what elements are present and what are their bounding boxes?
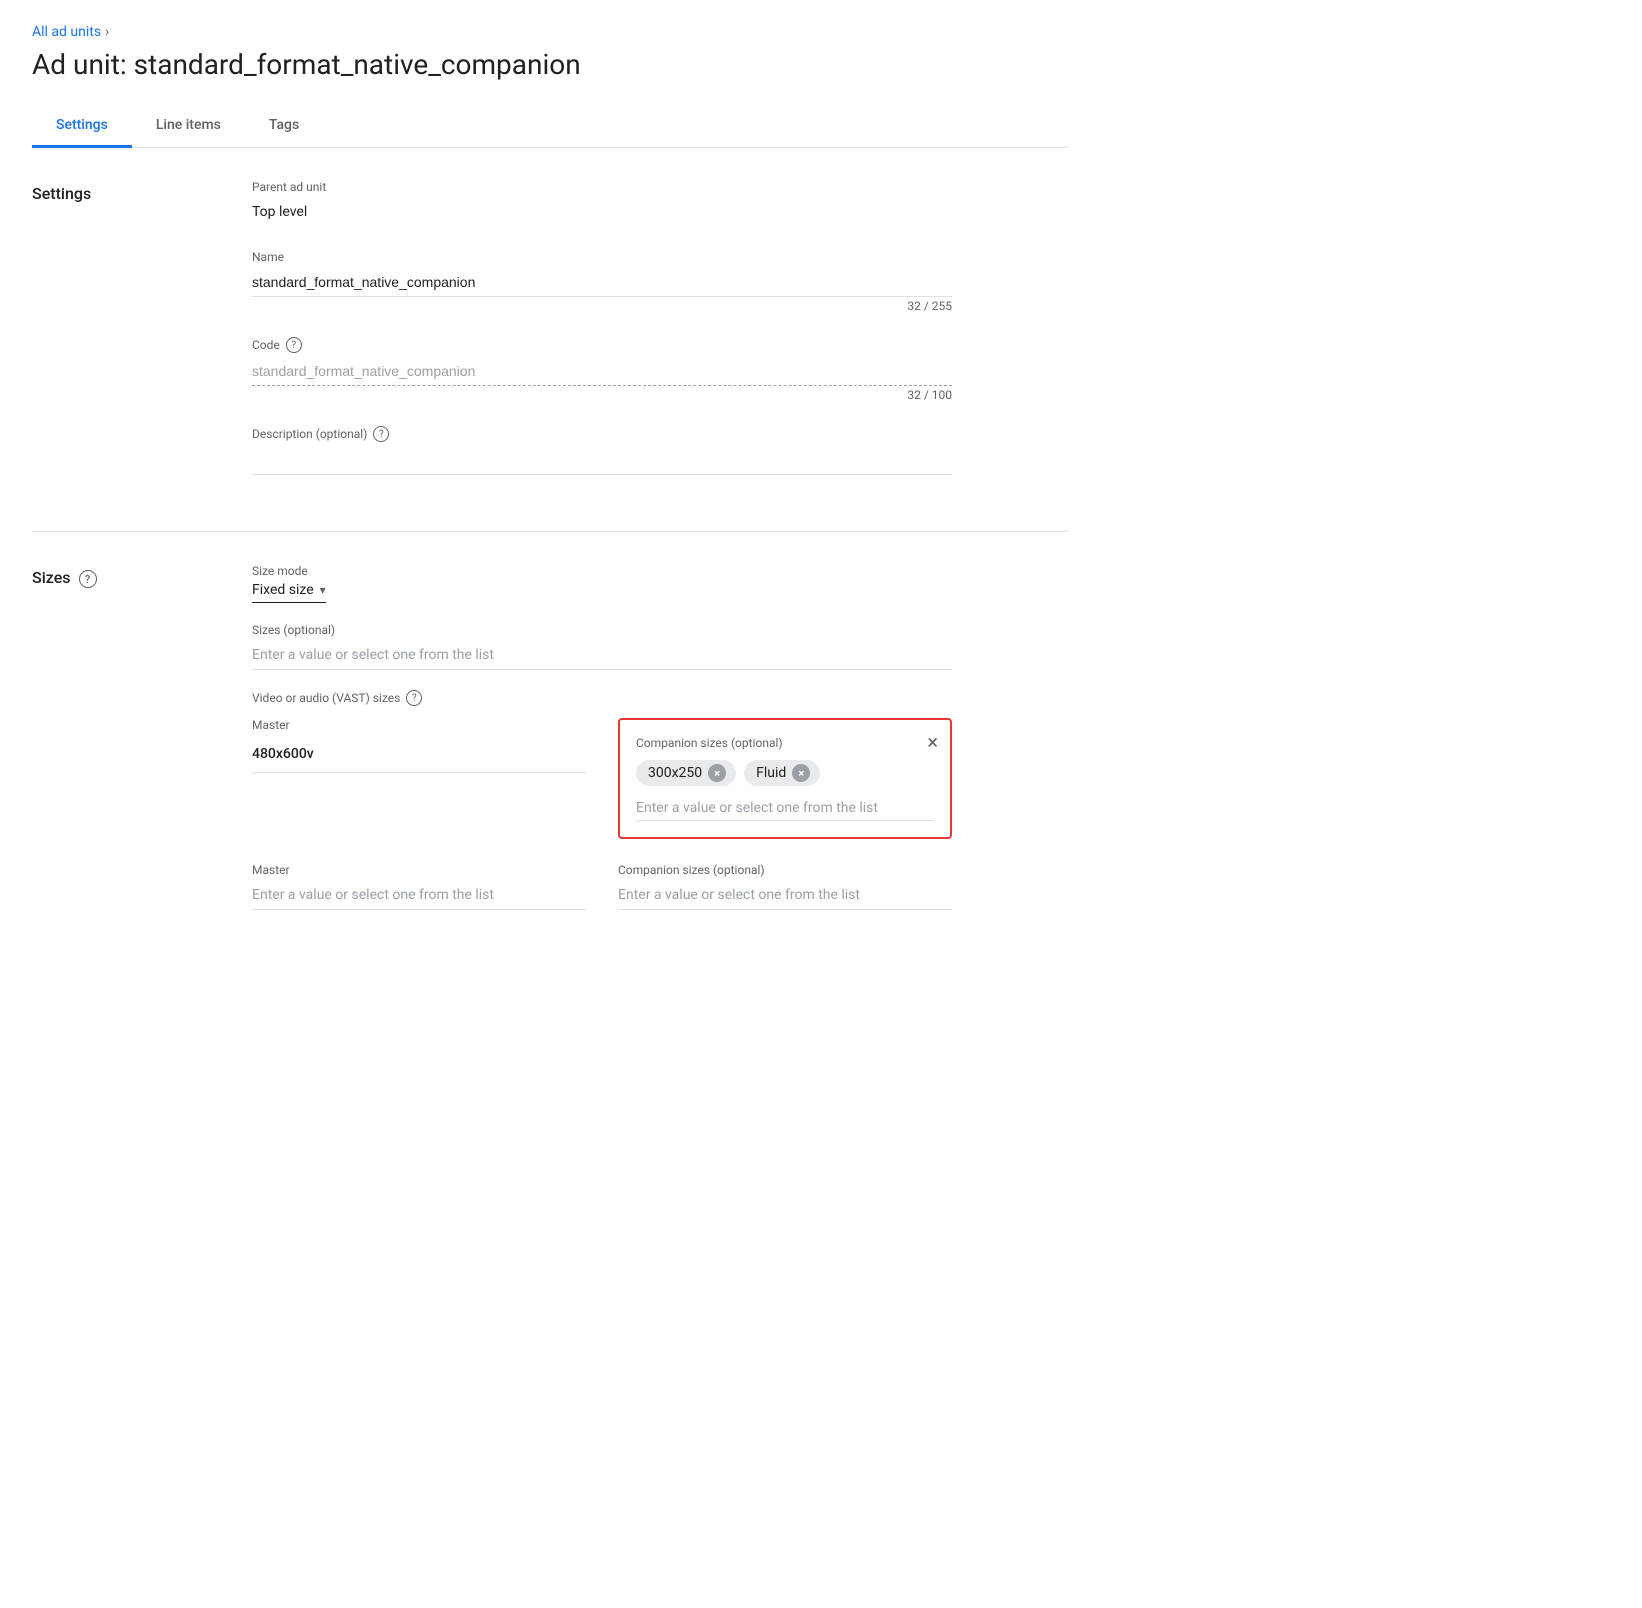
vast-col-master-2: Master Enter a value or select one from … <box>252 863 586 910</box>
companion-tag-label-fluid: Fluid <box>756 765 786 781</box>
size-mode-select[interactable]: Fixed size ▾ <box>252 582 326 603</box>
companion-tags: 300x250 × Fluid × <box>636 760 934 786</box>
vast-col-companion-1: Companion sizes (optional) 300x250 × Flu… <box>618 718 952 839</box>
sizes-optional-input[interactable]: Enter a value or select one from the lis… <box>252 641 952 670</box>
vast-col-companion-2: Companion sizes (optional) Enter a value… <box>618 863 952 910</box>
sizes-content: Size mode Fixed size ▾ Sizes (optional) … <box>252 564 952 910</box>
master-field-1: 480x600v <box>252 736 586 773</box>
size-mode-value: Fixed size <box>252 582 314 598</box>
companion-label-2: Companion sizes (optional) <box>618 863 952 877</box>
tab-line-items[interactable]: Line items <box>132 105 245 148</box>
vast-section: Video or audio (VAST) sizes ? Master 480… <box>252 690 952 910</box>
sizes-section: Sizes ? Size mode Fixed size ▾ Sizes (op… <box>32 532 1068 942</box>
parent-ad-unit-value: Top level <box>252 198 952 226</box>
companion-popup-close-icon[interactable]: × <box>927 732 938 752</box>
tab-tags[interactable]: Tags <box>245 105 323 148</box>
size-mode-container: Size mode Fixed size ▾ <box>252 564 952 603</box>
code-help-icon[interactable]: ? <box>286 337 302 353</box>
sizes-optional-label: Sizes (optional) <box>252 623 952 637</box>
code-char-count: 32 / 100 <box>252 388 952 402</box>
name-input[interactable] <box>252 268 952 297</box>
settings-section-label: Settings <box>32 180 252 499</box>
parent-ad-unit-field: Parent ad unit Top level <box>252 180 952 226</box>
name-field: Name 32 / 255 <box>252 250 952 313</box>
vast-label: Video or audio (VAST) sizes ? <box>252 690 952 706</box>
description-field: Description (optional) ? <box>252 426 952 475</box>
code-field: Code ? 32 / 100 <box>252 337 952 402</box>
companion-tag-fluid: Fluid × <box>744 760 820 786</box>
size-mode-dropdown-arrow: ▾ <box>320 583 326 597</box>
name-label: Name <box>252 250 952 264</box>
companion-popup: Companion sizes (optional) 300x250 × Flu… <box>618 718 952 839</box>
vast-master-label-2: Master <box>252 863 586 877</box>
tab-settings[interactable]: Settings <box>32 105 132 148</box>
vast-col-master-1: Master 480x600v <box>252 718 586 839</box>
companion-tag-300x250: 300x250 × <box>636 760 736 786</box>
name-char-count: 32 / 255 <box>252 299 952 313</box>
settings-section: Settings Parent ad unit Top level Name 3… <box>32 148 1068 531</box>
description-help-icon[interactable]: ? <box>373 426 389 442</box>
breadcrumb-arrow: › <box>105 24 109 40</box>
sizes-help-icon[interactable]: ? <box>79 570 97 588</box>
companion-popup-label: Companion sizes (optional) <box>636 736 934 750</box>
parent-ad-unit-label: Parent ad unit <box>252 180 952 194</box>
settings-content: Parent ad unit Top level Name 32 / 255 C… <box>252 180 952 499</box>
companion-tag-label-300x250: 300x250 <box>648 765 702 781</box>
description-label: Description (optional) ? <box>252 426 952 442</box>
code-input[interactable] <box>252 357 952 386</box>
vast-master-label-1: Master <box>252 718 586 732</box>
companion-tag-remove-300x250[interactable]: × <box>708 764 726 782</box>
master-input-2[interactable]: Enter a value or select one from the lis… <box>252 881 586 910</box>
vast-row-1: Master 480x600v Companion sizes (optiona… <box>252 710 952 839</box>
vast-row-2: Master Enter a value or select one from … <box>252 855 952 910</box>
size-mode-label: Size mode <box>252 564 952 578</box>
vast-help-icon[interactable]: ? <box>406 690 422 706</box>
companion-tag-remove-fluid[interactable]: × <box>792 764 810 782</box>
breadcrumb-label: All ad units <box>32 24 101 40</box>
description-input[interactable] <box>252 446 952 475</box>
companion-input-2[interactable]: Enter a value or select one from the lis… <box>618 881 952 910</box>
page-title: Ad unit: standard_format_native_companio… <box>32 48 1068 81</box>
breadcrumb[interactable]: All ad units › <box>32 24 1068 40</box>
code-label: Code ? <box>252 337 952 353</box>
tabs-container: Settings Line items Tags <box>32 105 1068 148</box>
companion-popup-input[interactable]: Enter a value or select one from the lis… <box>636 796 934 821</box>
sizes-section-label: Sizes ? <box>32 564 252 910</box>
master-value-1: 480x600v <box>252 742 586 766</box>
sizes-optional-container: Sizes (optional) Enter a value or select… <box>252 623 952 670</box>
